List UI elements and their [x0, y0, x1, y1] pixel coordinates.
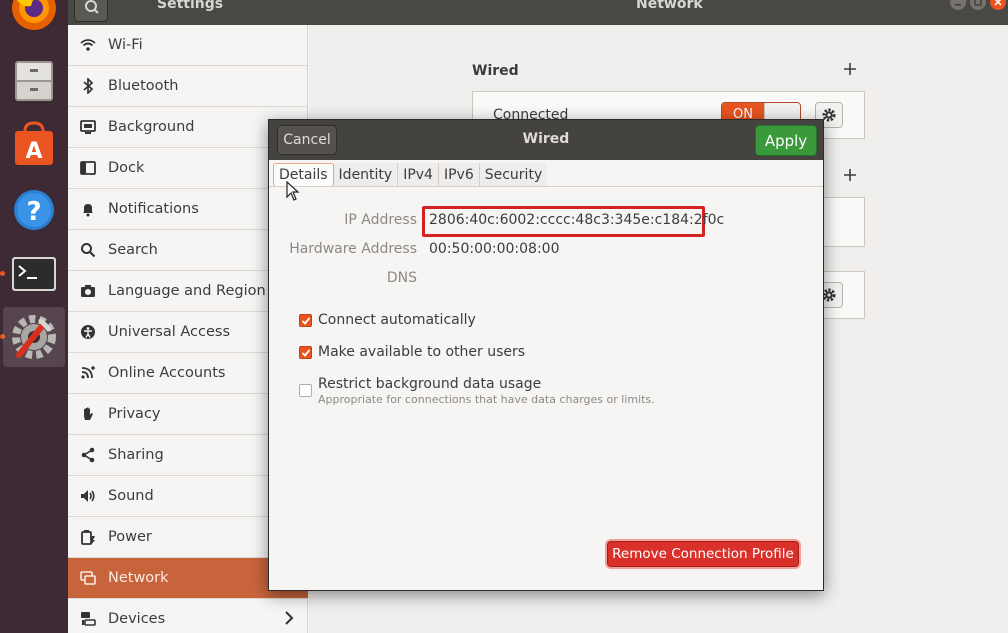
connect-automatically-label: Connect automatically: [318, 312, 476, 328]
available-to-users-checkbox[interactable]: [299, 346, 312, 359]
minimize-button[interactable]: [950, 0, 966, 10]
tab-ipv6[interactable]: IPv6: [438, 163, 480, 187]
window-controls: [950, 0, 1006, 10]
help-icon: ?: [14, 190, 54, 230]
plus-icon: [844, 169, 856, 181]
tab-ipv4[interactable]: IPv4: [398, 163, 439, 187]
apply-button[interactable]: Apply: [755, 125, 817, 156]
sidebar-item-bluetooth[interactable]: Bluetooth: [68, 66, 308, 107]
sidebar-item-label: Sound: [108, 488, 154, 504]
dock-help[interactable]: ?: [3, 180, 65, 240]
dock-settings[interactable]: [3, 307, 65, 367]
network-title: Network: [636, 0, 703, 12]
sidebar-item-wifi[interactable]: Wi-Fi: [68, 25, 308, 66]
share-icon: [80, 447, 96, 463]
connect-automatically-checkbox[interactable]: [299, 314, 312, 327]
search-icon: [85, 0, 99, 14]
dock-icon: [80, 160, 96, 176]
sidebar-item-devices[interactable]: Devices: [68, 599, 308, 633]
sidebar-item-label: Dock: [108, 160, 145, 176]
checkmark-icon: [301, 316, 310, 325]
hardware-address-label: Hardware Address: [289, 241, 417, 257]
available-to-users-label: Make available to other users: [318, 344, 526, 360]
header-search-button[interactable]: [74, 0, 108, 22]
restrict-background-label: Restrict background data usage: [318, 376, 542, 392]
restrict-background-description: Appropriate for connections that have da…: [318, 393, 655, 406]
restrict-background-checkbox[interactable]: [299, 384, 312, 397]
sidebar-item-label: Search: [108, 242, 158, 258]
checkmark-icon: [301, 348, 310, 357]
sidebar-item-label: Privacy: [108, 406, 161, 422]
minimize-icon: [955, 4, 961, 6]
devices-icon: [80, 611, 96, 627]
sidebar-item-label: Network: [108, 570, 169, 586]
camera-icon: [80, 283, 96, 299]
ubuntu-dock: A ?: [0, 0, 68, 633]
close-icon: [994, 0, 1002, 6]
dialog-tabs: Details Identity IPv4 IPv6 Security: [273, 163, 548, 187]
settings-title: Settings: [157, 0, 224, 12]
firefox-icon: [12, 0, 56, 30]
software-center-icon: A: [15, 121, 53, 165]
bluetooth-icon: [80, 78, 96, 94]
search-icon: [80, 242, 96, 258]
close-button[interactable]: [990, 0, 1006, 10]
power-icon: [80, 529, 96, 545]
settings-icon: [12, 315, 56, 359]
plus-icon: [844, 63, 856, 75]
dock-files[interactable]: [3, 51, 65, 111]
tab-identity[interactable]: Identity: [333, 163, 399, 187]
sidebar-item-label: Sharing: [108, 447, 164, 463]
sidebar-item-label: Wi-Fi: [108, 37, 143, 53]
dns-label: DNS: [386, 270, 417, 286]
wired-section-title: Wired: [472, 63, 519, 79]
sidebar-item-label: Language and Region: [108, 283, 266, 299]
tab-security[interactable]: Security: [479, 163, 548, 187]
restrict-background-row[interactable]: Restrict background data usage Appropria…: [299, 376, 655, 406]
connect-automatically-row[interactable]: Connect automatically: [299, 312, 476, 328]
add-vpn-button[interactable]: [844, 165, 856, 186]
maximize-button[interactable]: [970, 0, 986, 10]
tab-divider: [269, 186, 823, 187]
svg-text:?: ?: [26, 197, 41, 227]
wifi-icon: [80, 37, 96, 53]
sidebar-item-label: Universal Access: [108, 324, 231, 340]
sidebar-item-label: Notifications: [108, 201, 199, 217]
wired-connection-dialog: Cancel Wired Apply Details Identity IPv4…: [268, 119, 824, 591]
header-bar: Settings Network: [68, 0, 1008, 25]
dialog-header: Cancel Wired Apply: [269, 120, 823, 160]
tab-details[interactable]: Details: [273, 163, 334, 187]
maximize-icon: [974, 0, 982, 6]
mouse-cursor-icon: [286, 181, 300, 201]
sidebar-item-label: Online Accounts: [108, 365, 226, 381]
hand-icon: [80, 406, 96, 422]
dock-terminal[interactable]: [3, 244, 65, 304]
desktop: A ? Settings Network Wi-Fi Bluetooth Bac…: [0, 0, 1008, 633]
background-icon: [80, 119, 96, 135]
chevron-right-icon: [284, 611, 294, 629]
ip-address-label: IP Address: [344, 212, 417, 228]
svg-text:A: A: [25, 139, 42, 164]
speaker-icon: [80, 488, 96, 504]
available-to-users-row[interactable]: Make available to other users: [299, 344, 525, 360]
dock-firefox[interactable]: [3, 0, 65, 46]
online-accounts-icon: [80, 365, 96, 381]
sidebar-item-label: Devices: [108, 611, 166, 627]
bell-icon: [80, 201, 96, 217]
sidebar-item-label: Background: [108, 119, 195, 135]
hardware-address-value: 00:50:00:00:08:00: [429, 241, 560, 257]
accessibility-icon: [80, 324, 96, 340]
add-wired-connection-button[interactable]: [844, 59, 856, 80]
network-icon: [80, 570, 96, 586]
sidebar-item-label: Power: [108, 529, 152, 545]
ip-address-value: 2806:40c:6002:cccc:48c3:345e:c184:2f0c: [429, 212, 725, 228]
dock-software-center[interactable]: A: [3, 115, 65, 175]
remove-connection-profile-button[interactable]: Remove Connection Profile: [607, 541, 799, 567]
sidebar-item-label: Bluetooth: [108, 78, 179, 94]
files-icon: [15, 61, 53, 101]
dialog-title: Wired: [522, 131, 570, 147]
terminal-icon: [12, 257, 56, 291]
